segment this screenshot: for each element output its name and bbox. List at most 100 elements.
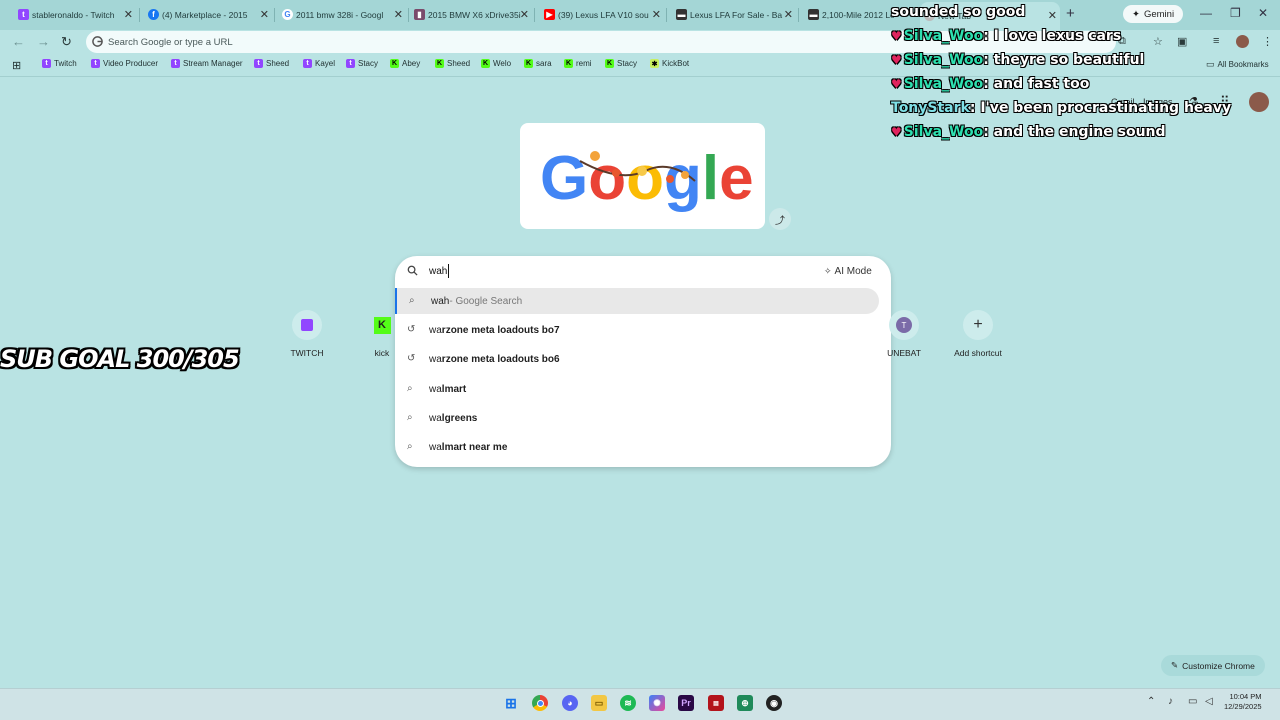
bookmark-item[interactable]: t Video Producer <box>91 59 158 68</box>
twitch-icon: t <box>171 59 180 68</box>
suggestion-rest: lgreens <box>441 412 478 424</box>
obs-icon[interactable]: ◉ <box>766 695 782 711</box>
heart-badge-icon: ♥ <box>891 77 902 91</box>
tab-title: Lexus LFA For Sale - Ba <box>690 10 783 20</box>
microphone-icon[interactable]: ♪ <box>1168 696 1173 707</box>
kick-icon: K <box>390 59 399 68</box>
maximize-icon[interactable]: ❐ <box>1230 6 1241 20</box>
forward-icon[interactable]: → <box>37 34 50 49</box>
spotify-icon[interactable]: ≋ <box>620 695 636 711</box>
bookmark-item[interactable]: t Stacy <box>346 59 378 68</box>
game-app-icon[interactable]: ⊕ <box>737 695 753 711</box>
premiere-icon[interactable]: Pr <box>678 695 694 711</box>
search-input[interactable]: wah ✧ AI Mode <box>395 256 891 286</box>
close-window-icon[interactable]: ✕ <box>1258 6 1268 20</box>
google-icon <box>92 36 103 47</box>
bookmark-label: Stacy <box>358 59 379 68</box>
suggestion-item[interactable]: ↺ wa rzone meta loadouts bo7 <box>395 317 879 343</box>
kick-icon: K <box>367 310 397 340</box>
twitch-icon: t <box>254 59 263 68</box>
bookmark-item[interactable]: t Kayel <box>303 59 335 68</box>
bookmark-item[interactable]: K Stacy <box>605 59 637 68</box>
volume-icon[interactable]: ◁ <box>1205 696 1213 707</box>
apps-icon[interactable]: ⊞ <box>12 59 21 72</box>
close-icon[interactable]: ✕ <box>394 8 403 21</box>
account-avatar[interactable] <box>1249 92 1269 112</box>
windows-start-icon[interactable]: ⊞ <box>503 695 519 711</box>
share-icon[interactable]: ⤴ <box>769 208 791 230</box>
shortcut-unebat[interactable]: T UNEBAT <box>874 310 934 358</box>
ai-mode-button[interactable]: ✧ AI Mode <box>818 263 878 279</box>
tab-twitch[interactable]: t stableronaldo - Twitch ✕ <box>14 4 136 26</box>
shortcut-twitch[interactable]: TWITCH <box>277 310 337 358</box>
bookmark-label: Kayel <box>315 59 336 68</box>
bookmark-item[interactable]: t Twitch <box>42 59 77 68</box>
tab-title: stableronaldo - Twitch <box>32 10 115 20</box>
chrome-taskbar-icon[interactable] <box>532 695 548 711</box>
chevron-up-icon[interactable]: ⌃ <box>1147 696 1155 707</box>
all-bookmarks[interactable]: ▭ All Bookmarks <box>1206 59 1269 70</box>
shortcut-kick[interactable]: K kick <box>352 310 412 358</box>
google-doodle[interactable]: Google <box>520 123 765 229</box>
file-explorer-icon[interactable]: ▭ <box>591 695 607 711</box>
chat-message: ♥ Silva_Woo: theyre so beautiful <box>891 52 1144 68</box>
suggestion-item[interactable]: ⌕ wah - Google Search <box>395 288 879 314</box>
close-icon[interactable]: ✕ <box>652 8 661 21</box>
close-icon[interactable]: ✕ <box>784 8 793 21</box>
google-logo: Google <box>540 144 754 213</box>
copilot-icon[interactable]: ✺ <box>649 695 665 711</box>
bookmark-label: Abey <box>402 59 421 68</box>
discord-icon[interactable]: ◕ <box>562 695 578 711</box>
bookmark-item[interactable]: K Abey <box>390 59 420 68</box>
tab-bmw[interactable]: ▮ 2015 BMW X6 xDrive35i ✕ <box>410 4 532 26</box>
system-clock[interactable]: 10:04 PM 12/29/2025 <box>1224 692 1262 712</box>
suggestion-item[interactable]: ⌕ wa lmart <box>395 376 879 402</box>
profile-avatar[interactable] <box>1236 35 1249 48</box>
chat-username: Silva_Woo <box>903 76 984 92</box>
customize-label: Customize Chrome <box>1182 660 1255 671</box>
add-shortcut-button[interactable]: + Add shortcut <box>948 310 1008 358</box>
bookmark-star-icon[interactable]: ☆ <box>1153 35 1163 48</box>
heart-badge-icon: ♥ <box>891 125 902 139</box>
close-icon[interactable]: ✕ <box>124 8 133 21</box>
bookmark-item[interactable]: K Sheed <box>435 59 470 68</box>
bookmark-label: Twitch <box>54 59 77 68</box>
gemini-button[interactable]: ✦ Gemini <box>1123 5 1184 23</box>
tab-youtube[interactable]: ▶ (39) Lexus LFA V10 sou ✕ <box>540 4 664 26</box>
reload-icon[interactable]: ↻ <box>61 34 72 50</box>
video-app-icon[interactable]: ▤ <box>708 695 724 711</box>
chat-message: sounded so good <box>891 4 1025 20</box>
google-icon: G <box>282 9 293 20</box>
search-query: wah <box>429 266 448 277</box>
bookmark-label: Stream Manager <box>183 59 243 68</box>
bookmark-item[interactable]: K Welo <box>481 59 511 68</box>
suggestion-item[interactable]: ⌕ wa lmart near me <box>395 434 879 460</box>
bookmark-item[interactable]: ✱ KickBot <box>650 59 689 68</box>
shortcut-label: TWITCH <box>290 348 324 358</box>
back-icon[interactable]: ← <box>12 34 25 49</box>
close-icon[interactable]: ✕ <box>1048 9 1057 22</box>
tab-search-icon[interactable]: ▣ <box>1177 35 1187 48</box>
gemini-label: Gemini <box>1143 8 1175 20</box>
tab-marketplace[interactable]: f (4) Marketplace - 2015 ✕ <box>144 4 272 26</box>
tab-google-search[interactable]: G 2011 bmw 328i - Googl ✕ <box>278 4 406 26</box>
tab-separator <box>534 8 535 22</box>
minimize-icon[interactable]: — <box>1200 6 1212 20</box>
bookmark-item[interactable]: t Sheed <box>254 59 289 68</box>
close-icon[interactable]: ✕ <box>520 8 529 21</box>
all-bookmarks-label: All Bookmarks <box>1217 60 1269 69</box>
bookmark-item[interactable]: t Stream Manager <box>171 59 243 68</box>
bookmark-item[interactable]: Ksara <box>524 59 552 68</box>
bookmark-item[interactable]: Kremi <box>564 59 592 68</box>
close-icon[interactable]: ✕ <box>260 8 269 21</box>
menu-icon[interactable]: ⋮ <box>1262 35 1273 48</box>
car-icon: ▬ <box>676 9 687 20</box>
suggestion-item[interactable]: ↺ wa rzone meta loadouts bo6 <box>395 346 879 372</box>
monitor-icon[interactable]: ▭ <box>1188 696 1197 707</box>
plus-icon: + <box>963 310 993 340</box>
media-icon[interactable]: ≡ <box>1213 35 1219 47</box>
tab-lexus-sale[interactable]: ▬ Lexus LFA For Sale - Ba ✕ <box>672 4 796 26</box>
suggestion-item[interactable]: ⌕ wa lgreens <box>395 405 879 431</box>
customize-chrome-button[interactable]: ✎ Customize Chrome <box>1161 655 1265 676</box>
new-tab-button[interactable]: + <box>1066 5 1075 22</box>
